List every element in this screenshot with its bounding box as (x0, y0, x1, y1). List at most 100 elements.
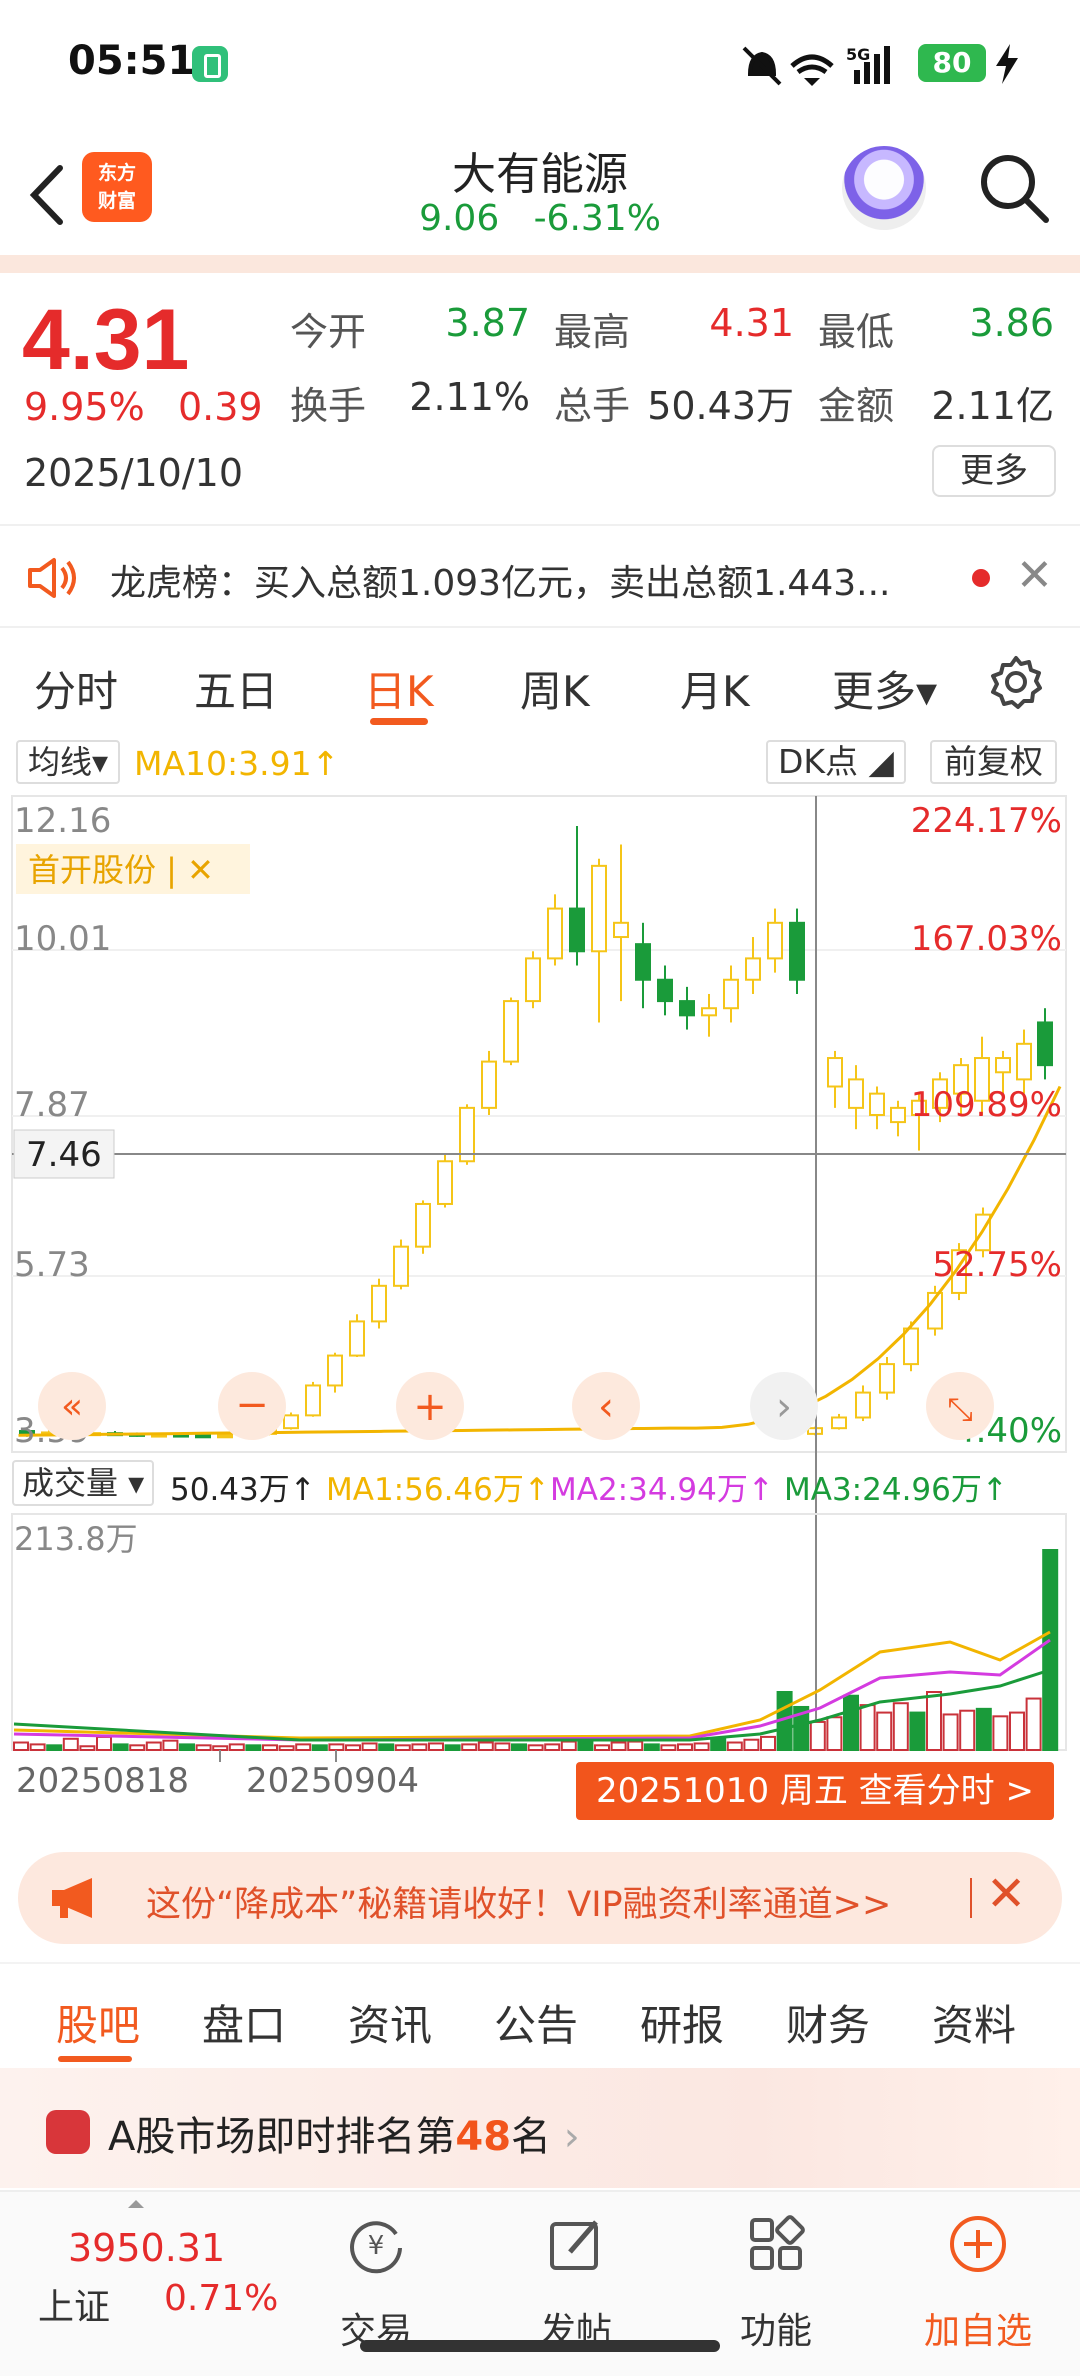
volume-bar (262, 1744, 278, 1752)
low-label: 最低 (818, 310, 895, 354)
section-tabs: 股吧 盘口 资讯 公告 研报 财务 资料 (0, 1962, 1080, 2066)
dk-point-button[interactable]: DK点 ◢ (766, 740, 906, 784)
index-pct: 0.71% (164, 2278, 279, 2319)
candle (481, 1060, 497, 1109)
back-icon[interactable] (22, 160, 72, 230)
tab-more[interactable]: 更多▾ (832, 658, 937, 719)
more-button[interactable]: 更多 (932, 445, 1056, 497)
promo-banner[interactable]: 这份“降成本”秘籍请收好！VIP融资利率通道>> ✕ (18, 1852, 1062, 1944)
tab-research[interactable]: 研报 (640, 1992, 724, 2053)
nav-add-watchlist[interactable]: 加自选 (878, 2192, 1078, 2376)
volume-bar (1009, 1711, 1025, 1751)
tab-daily-k[interactable]: 日K (364, 658, 434, 719)
candle (503, 1000, 519, 1063)
tab-news[interactable]: 资讯 (348, 1992, 432, 2053)
volume-label: 总手 (554, 384, 631, 428)
tab-announcements[interactable]: 公告 (494, 1992, 578, 2053)
volume-bar (726, 1741, 743, 1751)
rank-prefix: A股市场即时排名第 (108, 2114, 456, 2160)
status-bar: 05:51 5G 80 (0, 0, 1080, 120)
volume-bar (892, 1702, 909, 1751)
close-icon[interactable]: ✕ (1016, 550, 1053, 601)
candle (283, 1414, 299, 1430)
volume-current: 50.43万↑ (170, 1472, 316, 1508)
candle (701, 1007, 717, 1017)
grid-icon (750, 2215, 805, 2270)
volume-bar (345, 1744, 361, 1752)
candle (1037, 1021, 1053, 1067)
volume-bar (228, 1743, 245, 1751)
candle (995, 1057, 1011, 1074)
tab-five-day[interactable]: 五日 (194, 658, 278, 719)
volume-bar (295, 1743, 312, 1751)
promo-text: 这份“降成本”秘籍请收好！VIP融资利率通道>> (146, 1885, 892, 1925)
volume-bar (926, 1691, 942, 1752)
volume-bar (594, 1744, 610, 1752)
related-stock-tag[interactable]: 首开股份 | ✕ (28, 851, 214, 889)
dk-point-label: DK点 (778, 742, 859, 781)
tab-monthly-k[interactable]: 月K (680, 658, 750, 719)
candle (903, 1327, 919, 1366)
volume-select[interactable]: 成交量 ▾ (12, 1460, 155, 1506)
tab-finance[interactable]: 财务 (786, 1992, 870, 2053)
candle (657, 978, 673, 1003)
adjust-button[interactable]: 前复权 (930, 740, 1057, 784)
view-intraday-banner[interactable]: 20251010 周五 查看分时 > (576, 1762, 1054, 1820)
tab-guba[interactable]: 股吧 (56, 1992, 140, 2053)
volume-bar (461, 1743, 478, 1751)
nav-index[interactable]: 3950.31 上证 0.71% (0, 2192, 278, 2376)
volume-bar (826, 1716, 843, 1751)
charging-icon (996, 44, 1018, 84)
tab-weekly-k[interactable]: 周K (520, 658, 590, 719)
speaker-icon (28, 558, 76, 598)
volume-bar (843, 1694, 859, 1752)
nav-add-watchlist-label: 加自选 (923, 2311, 1032, 2352)
indicator-row: 均线▾ MA10:3.91↑ DK点 ◢ 前复权 (0, 738, 1080, 788)
candle (371, 1284, 387, 1323)
tab-intraday[interactable]: 分时 (34, 658, 118, 719)
gear-icon[interactable] (988, 654, 1044, 710)
candle (848, 1078, 864, 1109)
header-divider (0, 255, 1080, 273)
minus-icon: − (235, 1382, 269, 1428)
ma-select[interactable]: 均线▾ (16, 740, 121, 784)
volume-bar (494, 1742, 511, 1752)
candle (613, 921, 629, 939)
volume-bar (859, 1704, 876, 1751)
logo-icon[interactable]: 东方 财富 (82, 152, 152, 222)
candle (869, 1092, 885, 1116)
dragon-tiger-notice[interactable]: 龙虎榜：买入总额1.093亿元，卖出总额1.443... ✕ (0, 524, 1080, 628)
ma10-value: MA10:3.91↑ (134, 744, 340, 783)
volume-bar (743, 1738, 760, 1752)
volume-bar (129, 1744, 146, 1752)
robot-avatar-icon[interactable] (842, 146, 926, 230)
volume-value: 50.43万 (647, 384, 794, 428)
volume-bar (212, 1745, 229, 1751)
volume-bar (610, 1741, 627, 1751)
kline-chart-area[interactable]: 7.46 12.16 10.01 7.87 5.73 3.59 224.17% … (0, 790, 1080, 1820)
volume-bar (710, 1737, 727, 1751)
edit-icon (550, 2220, 598, 2270)
candle (767, 921, 783, 960)
volume-bar (577, 1739, 594, 1751)
change-percent: 9.95% (24, 385, 145, 429)
candle (349, 1320, 365, 1357)
chart-rank-icon (46, 2110, 90, 2154)
stock-title[interactable]: 大有能源 (340, 138, 740, 202)
search-icon[interactable] (976, 150, 1052, 226)
volume-header: 成交量 ▾ 50.43万↑ MA1:56.46万↑ MA2:34.94万↑ MA… (0, 1460, 1080, 1510)
tab-pankou[interactable]: 盘口 (202, 1992, 286, 2053)
volume-bar (29, 1743, 46, 1751)
tab-profile[interactable]: 资料 (932, 1992, 1016, 2053)
high-label: 最高 (554, 310, 631, 354)
candle (1016, 1042, 1032, 1081)
volume-bar (909, 1711, 926, 1751)
market-rank-card[interactable]: A股市场即时排名第48名 › (0, 2068, 1080, 2188)
svg-text:5G: 5G (846, 45, 870, 64)
volume-bar (560, 1740, 577, 1752)
candle (789, 921, 805, 981)
y-pct-top: 224.17% (911, 801, 1062, 841)
volume-bar (62, 1737, 79, 1751)
close-icon[interactable]: ✕ (986, 1866, 1026, 1922)
kline-svg[interactable]: 7.46 12.16 10.01 7.87 5.73 3.59 224.17% … (0, 790, 1080, 1820)
